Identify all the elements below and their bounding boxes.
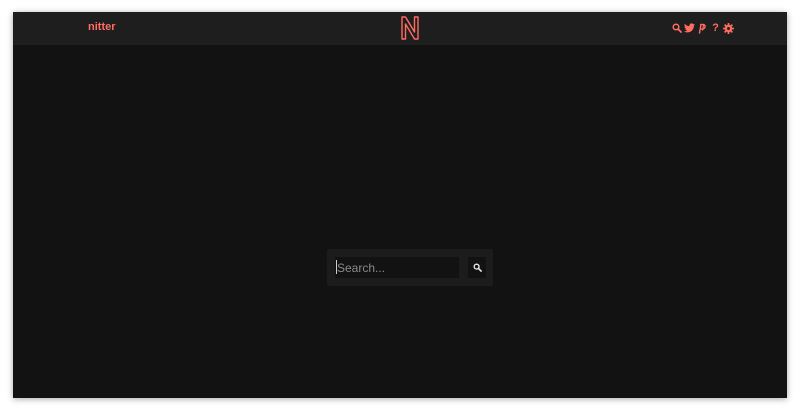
nav-icons: ? [671, 21, 734, 35]
logo-icon[interactable] [399, 15, 421, 41]
help-icon[interactable]: ? [710, 22, 721, 34]
search-panel [327, 249, 493, 286]
site-name-link[interactable]: nitter [88, 21, 116, 33]
browser-viewport: nitter ? Search... [13, 12, 787, 398]
search-button[interactable] [468, 257, 486, 278]
search-icon [472, 260, 482, 275]
search-icon[interactable] [671, 22, 682, 34]
text-caret [336, 260, 337, 274]
bird-icon[interactable] [684, 22, 695, 34]
gear-icon[interactable] [723, 22, 734, 34]
navbar: nitter ? [13, 12, 787, 45]
rss-icon[interactable] [697, 22, 708, 34]
search-input[interactable] [335, 257, 459, 278]
